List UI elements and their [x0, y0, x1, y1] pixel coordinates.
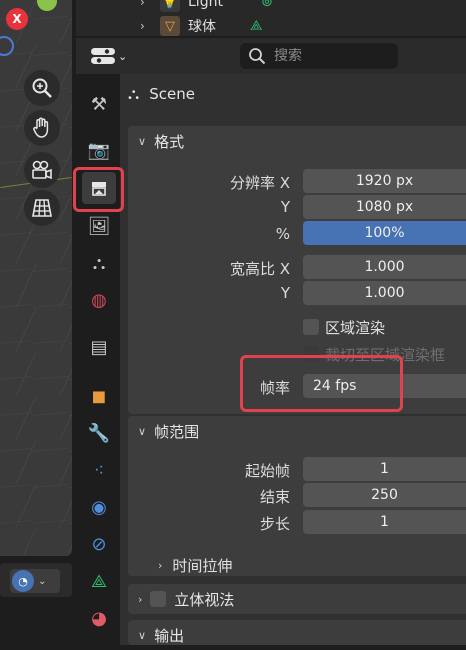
chevron-down-icon: ⌄: [118, 49, 128, 63]
resolution-y-field[interactable]: 1080 px: [303, 195, 466, 219]
aspect-y-label: Y: [280, 284, 290, 302]
outliner-item-label: Light: [188, 0, 223, 10]
output-tab-highlight: [73, 167, 124, 212]
tab-data[interactable]: ⟁: [82, 565, 116, 597]
light-icon: 💡: [160, 0, 180, 12]
render-region-label: 区域渲染: [325, 319, 386, 337]
chevron-down-icon: ∨: [138, 134, 147, 148]
mesh-object-icon: ▽: [160, 16, 180, 36]
context-breadcrumb: ⛬ Scene: [128, 84, 195, 104]
outliner-item-label: 球体: [188, 19, 216, 35]
resolution-x-label: 分辨率 X: [229, 174, 290, 192]
grid-icon: [32, 199, 52, 217]
tab-view-layer[interactable]: 🖼: [82, 210, 116, 242]
frame-step-field[interactable]: 1: [303, 510, 466, 534]
pan-button[interactable]: [24, 110, 60, 146]
format-panel-header[interactable]: ∨ 格式: [128, 126, 466, 156]
tool-icon: ⚒: [90, 93, 108, 115]
frame-start-field[interactable]: 1: [303, 457, 466, 481]
chevron-down-icon: ⌄: [38, 575, 47, 587]
stereoscopy-panel-header[interactable]: › 立体视法: [128, 584, 466, 614]
clock-icon: ◔: [12, 570, 34, 592]
properties-editor-icon: [91, 48, 115, 64]
outliner[interactable]: › 💡 Light ⊚ › ▽ 球体 ⟁: [76, 0, 466, 36]
stereoscopy-checkbox[interactable]: [150, 591, 167, 607]
frame-start-label: 起始帧: [244, 462, 290, 480]
aspect-x-label: 宽高比 X: [229, 260, 290, 278]
gizmo-x-label: X: [12, 12, 22, 26]
tab-render[interactable]: 📷: [82, 134, 116, 166]
output-panel-header[interactable]: ∨ 输出: [128, 620, 466, 650]
frame-step-label: 步长: [259, 515, 290, 533]
ortho-toggle-button[interactable]: [24, 190, 60, 226]
stereoscopy-panel: › 立体视法: [128, 584, 466, 614]
aspect-x-field[interactable]: 1.000: [303, 255, 466, 279]
resolution-y-label: Y: [280, 198, 290, 216]
chevron-right-icon: ›: [140, 0, 145, 9]
chevron-right-icon: ›: [138, 592, 143, 606]
tab-world[interactable]: ◍: [82, 284, 116, 316]
wrench-icon: 🔧: [87, 422, 111, 444]
tab-physics[interactable]: ◉: [82, 491, 116, 523]
tab-collection[interactable]: ▤: [82, 331, 116, 363]
chevron-right-icon: ›: [158, 559, 163, 572]
mesh-data-icon: ⟁: [90, 570, 108, 592]
outliner-row[interactable]: › ▽ 球体 ⟁: [140, 15, 263, 36]
gizmo-x-axis[interactable]: X: [6, 8, 28, 30]
panel-title: 立体视法: [174, 590, 235, 609]
mesh-data-icon: ⟁: [250, 18, 263, 34]
aspect-y-field[interactable]: 1.000: [303, 281, 466, 305]
subpanel-title: 时间拉伸: [172, 557, 233, 575]
context-label: Scene: [149, 85, 195, 103]
constraints-icon: ⊘: [91, 533, 107, 555]
particles-icon: ⁖: [93, 459, 105, 481]
render-icon: 📷: [87, 139, 111, 161]
outliner-row[interactable]: › 💡 Light ⊚: [140, 0, 273, 13]
search-input[interactable]: [274, 48, 384, 64]
render-region-checkbox[interactable]: [303, 319, 319, 335]
scene-icon: ⛬: [128, 84, 140, 103]
3d-viewport[interactable]: X: [0, 0, 72, 556]
world-icon: ◍: [91, 289, 107, 311]
tab-material[interactable]: ◕: [82, 602, 116, 634]
tab-object[interactable]: ◼: [82, 380, 116, 412]
camera-view-button[interactable]: [24, 152, 60, 188]
physics-icon: ◉: [91, 496, 107, 518]
panel-title: 格式: [154, 132, 185, 151]
tab-tool[interactable]: ⚒: [82, 88, 116, 120]
chevron-right-icon: ›: [140, 19, 145, 33]
camera-icon: [32, 160, 52, 180]
light-data-icon: ⊚: [260, 0, 273, 10]
properties-search[interactable]: [240, 43, 398, 69]
tab-particles[interactable]: ⁖: [82, 454, 116, 486]
frame-end-field[interactable]: 250: [303, 483, 466, 507]
frame-end-label: 结束: [259, 488, 290, 506]
resolution-percent-label: %: [275, 225, 290, 243]
editor-type-dropdown[interactable]: ◔ ⌄: [10, 569, 60, 593]
chevron-down-icon: ∨: [138, 424, 147, 438]
zoom-button[interactable]: [24, 70, 60, 106]
tab-constraints[interactable]: ⊘: [82, 528, 116, 560]
frame-rate-highlight: [240, 355, 403, 412]
resolution-x-field[interactable]: 1920 px: [303, 169, 466, 193]
view-layer-icon: 🖼: [87, 215, 111, 237]
frame-range-panel-header[interactable]: ∨ 帧范围: [128, 416, 466, 446]
panel-title: 输出: [154, 626, 185, 645]
zoom-icon: [32, 78, 52, 98]
tab-scene[interactable]: ⛬: [82, 247, 116, 279]
hand-icon: [33, 117, 49, 138]
scene-icon: ⛬: [92, 252, 106, 274]
search-icon: [249, 48, 266, 65]
output-panel: ∨ 输出: [128, 620, 466, 645]
object-icon: ◼: [91, 385, 107, 407]
material-icon: ◕: [91, 607, 107, 629]
resolution-percent-slider[interactable]: 100%: [303, 221, 466, 245]
chevron-down-icon: ∨: [138, 628, 147, 642]
time-stretch-subpanel-header[interactable]: › 时间拉伸: [158, 555, 232, 576]
tab-modifiers[interactable]: 🔧: [82, 417, 116, 449]
properties-editor-type-button[interactable]: ⌄: [90, 44, 130, 68]
panel-title: 帧范围: [154, 422, 200, 441]
collection-icon: ▤: [90, 336, 108, 358]
